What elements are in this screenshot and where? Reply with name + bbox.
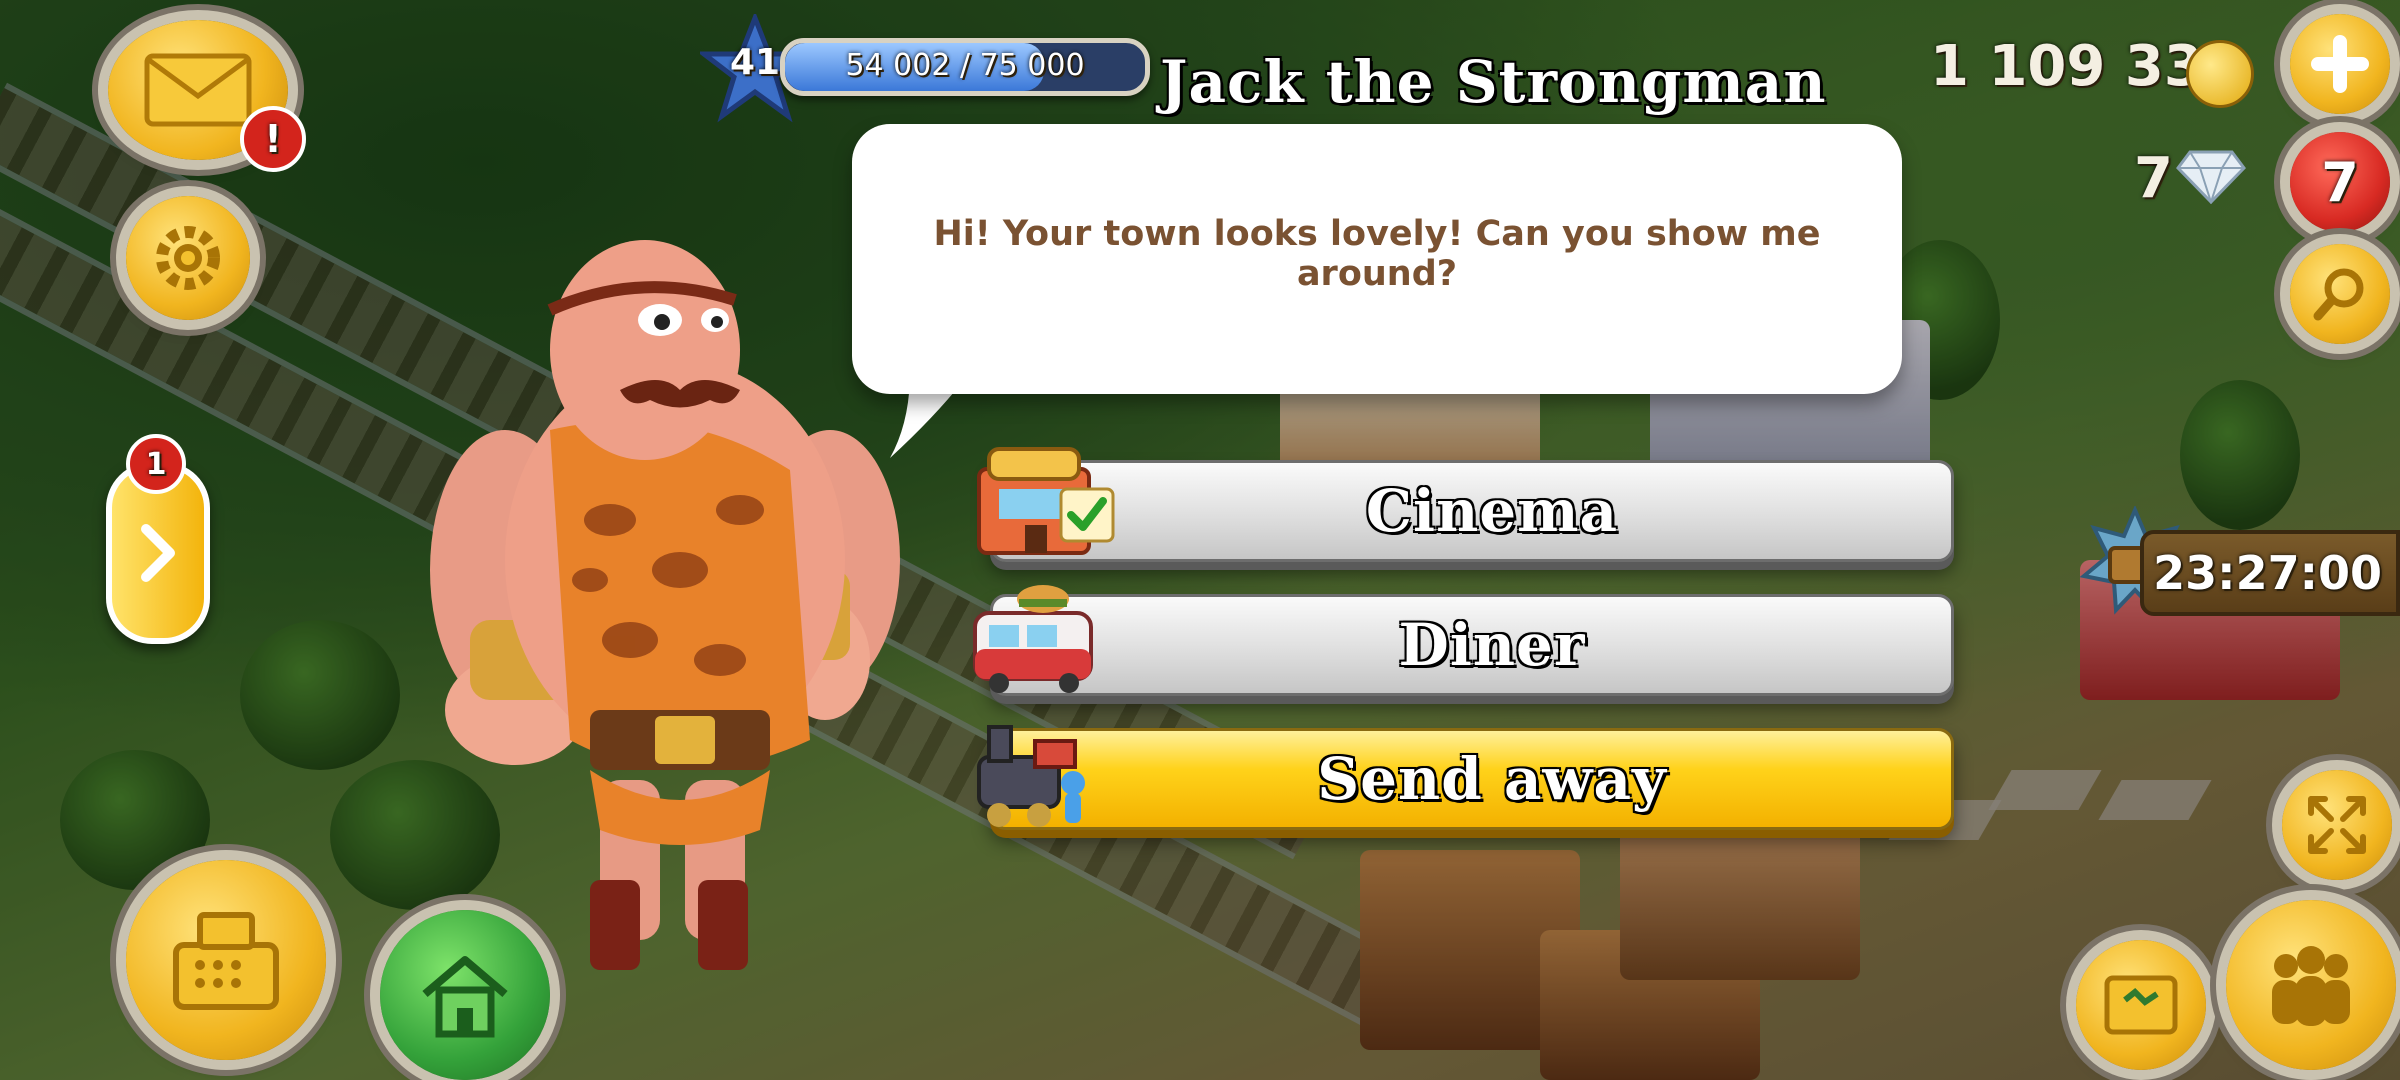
gear-icon <box>156 226 220 290</box>
diamond-offer-button[interactable]: 7 <box>2290 132 2390 232</box>
visitor-count-text: 1 <box>145 446 167 482</box>
option-cinema-button[interactable]: Cinema <box>977 447 1954 562</box>
diamonds-value: 7 <box>2134 146 2173 211</box>
option-send-away-button[interactable]: Send away <box>977 725 1954 830</box>
plus-icon <box>2311 35 2369 93</box>
shop-button[interactable] <box>126 860 326 1060</box>
envelope-icon <box>144 53 252 127</box>
xp-progress-bar: 54 002 / 75 000 <box>780 38 1150 96</box>
option-diner-label: Diner <box>1398 611 1586 679</box>
map-icon <box>2104 975 2178 1035</box>
option-diner-button[interactable]: Diner <box>973 585 1954 696</box>
diamond-badge-value: 7 <box>2321 150 2359 214</box>
event-timer-text: 23:27:00 <box>2153 546 2382 600</box>
dialog-message: Hi! Your town looks lovely! Can you show… <box>933 214 1821 294</box>
train-send-away-icon <box>977 725 1085 827</box>
zoom-button[interactable] <box>2282 770 2392 880</box>
coin-icon <box>2186 40 2254 108</box>
magnifier-icon <box>2313 268 2364 321</box>
event-timer[interactable]: 23:27:00 <box>2140 530 2400 616</box>
friends-button[interactable] <box>2226 900 2396 1070</box>
xp-text: 54 002 / 75 000 <box>845 48 1085 83</box>
expand-arrows-icon <box>2308 796 2366 854</box>
dialog-character-name: Jack the Strongman <box>1160 48 1827 116</box>
mail-alert-text: ! <box>264 117 282 161</box>
settings-button[interactable] <box>126 196 250 320</box>
chevron-right-icon <box>141 524 175 582</box>
search-button[interactable] <box>2290 244 2390 344</box>
diamond-icon <box>2176 150 2246 204</box>
add-coins-button[interactable] <box>2290 14 2390 114</box>
mail-alert-badge: ! <box>240 106 306 172</box>
visitor-count-badge: 1 <box>126 434 186 494</box>
people-icon <box>2272 946 2350 1026</box>
checkmark-icon <box>1059 487 1115 543</box>
speech-bubble: Hi! Your town looks lovely! Can you show… <box>852 124 1902 394</box>
cash-register-icon <box>173 912 279 1010</box>
option-send-away-label: Send away <box>1317 745 1667 813</box>
diner-truck-icon <box>973 585 1093 693</box>
decorations-button[interactable] <box>2076 940 2206 1070</box>
option-cinema-label: Cinema <box>1365 477 1619 545</box>
strongman-character <box>430 240 900 970</box>
